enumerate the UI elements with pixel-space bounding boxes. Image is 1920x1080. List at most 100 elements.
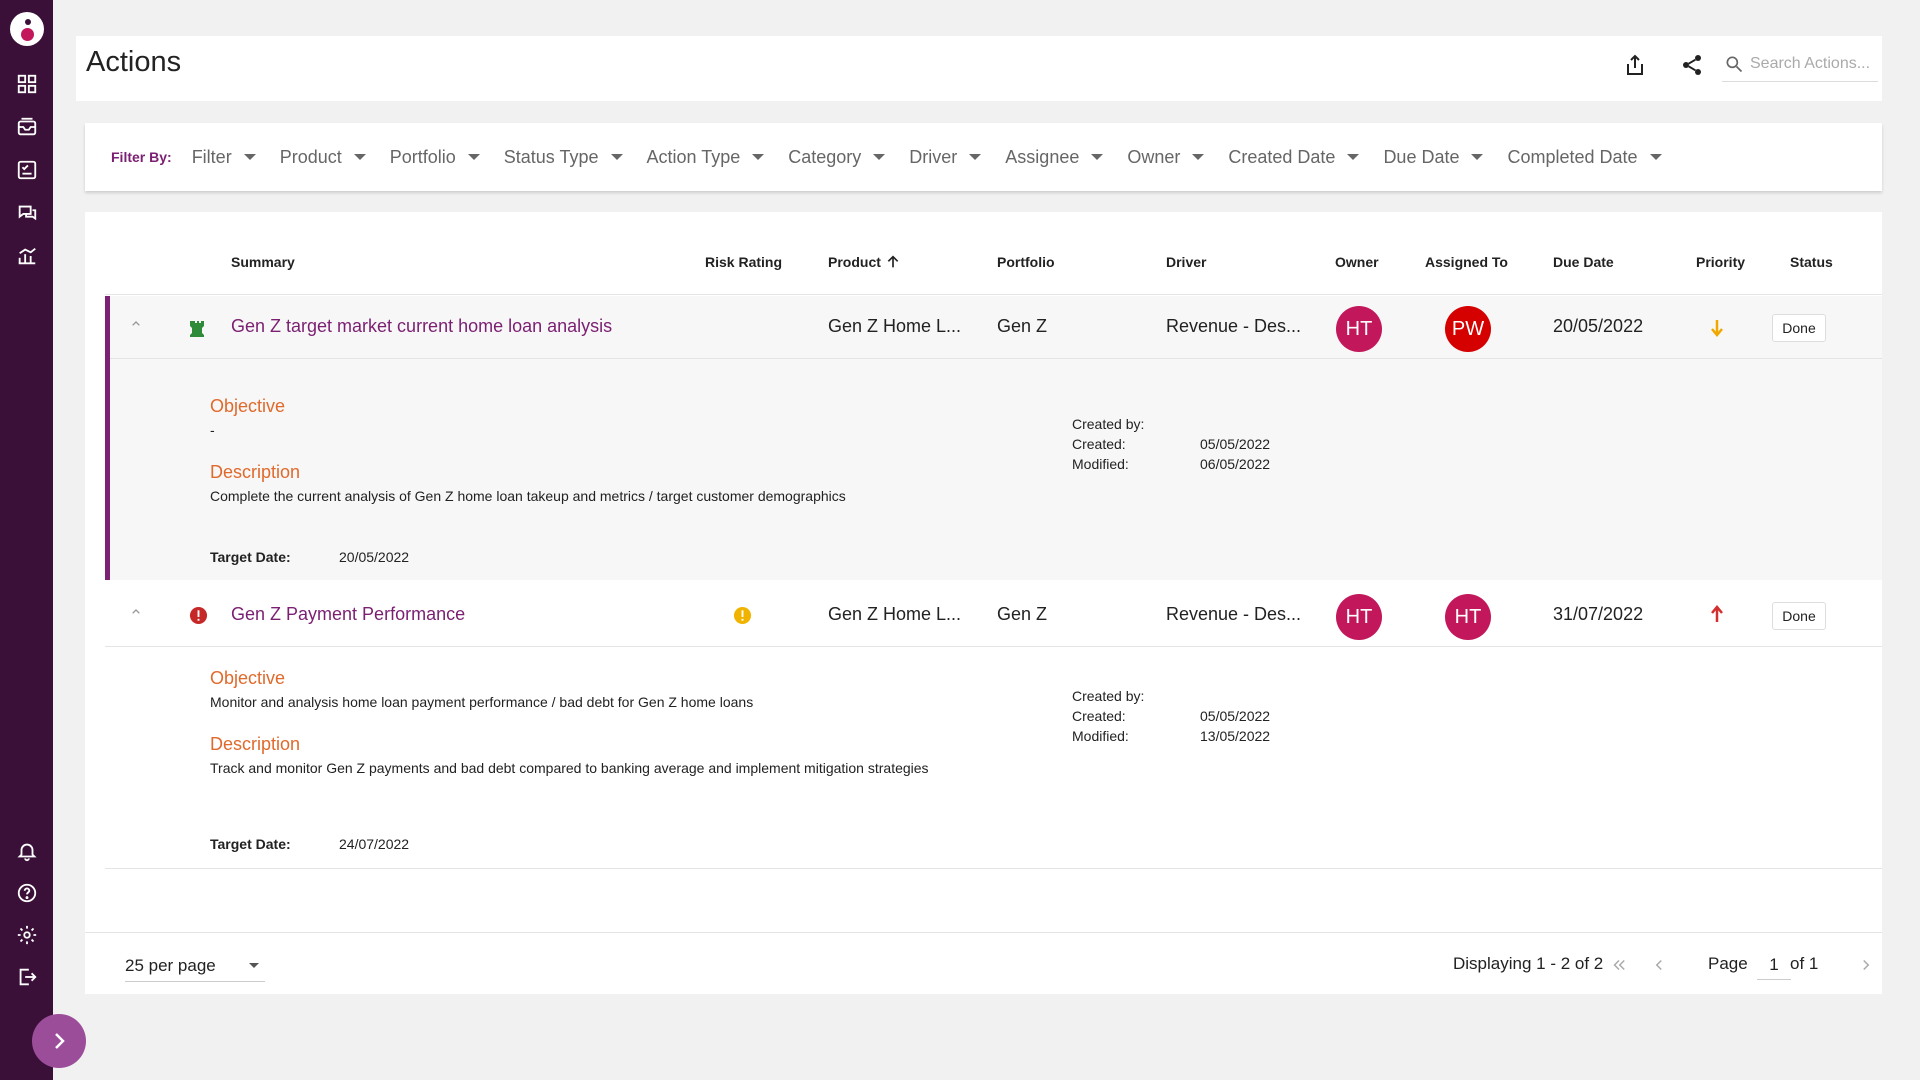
dashboard-icon[interactable] [14, 71, 40, 97]
app-logo[interactable] [10, 12, 44, 46]
filter-dropdown-label: Assignee [1005, 146, 1080, 167]
column-header-driver[interactable]: Driver [1166, 254, 1206, 270]
chevron-up-icon[interactable] [128, 604, 144, 620]
priority-low-arrow-icon [1711, 320, 1723, 337]
caret-down-icon [873, 154, 886, 160]
filter-dropdown[interactable]: Due Date [1383, 147, 1484, 168]
actions-table-card: Summary Risk Rating Product Portfolio Dr… [85, 212, 1882, 994]
previous-page-button[interactable] [1648, 954, 1670, 976]
target-date-label: Target Date: [210, 836, 291, 852]
caret-down-icon [243, 154, 256, 160]
portfolio-cell: Gen Z [997, 316, 1048, 336]
filter-dropdown-label: Action Type [646, 146, 741, 167]
column-header-due-date[interactable]: Due Date [1553, 254, 1614, 270]
filter-dropdown[interactable]: Assignee [1005, 146, 1104, 168]
settings-icon[interactable] [14, 922, 40, 948]
filter-dropdown[interactable]: Product [280, 147, 366, 168]
filter-dropdown[interactable]: Status Type [504, 147, 623, 168]
filter-label: Filter By: [111, 149, 172, 165]
filter-dropdown[interactable]: Driver [909, 147, 982, 168]
status-label: Done [1782, 320, 1816, 336]
per-page-value: 25 per page [125, 955, 216, 975]
logo-dot [25, 19, 31, 25]
caret-down-icon [467, 154, 480, 160]
nav-rail [0, 0, 53, 1080]
expand-nav-button[interactable] [32, 1014, 86, 1068]
first-page-button[interactable] [1608, 954, 1630, 976]
column-header-summary[interactable]: Summary [231, 254, 295, 270]
help-icon[interactable] [14, 880, 40, 906]
modified-value: 13/05/2022 [1200, 728, 1271, 744]
caret-down-icon [1091, 154, 1104, 160]
caret-down-icon [1471, 154, 1484, 160]
product-cell: Gen Z Home L... [828, 316, 962, 336]
table-row: Gen Z target market current home loan an… [105, 296, 1882, 580]
filter-dropdown-label: Created Date [1228, 146, 1336, 167]
status-button[interactable]: Done [1772, 602, 1826, 630]
logout-icon[interactable] [14, 964, 40, 990]
column-header-label: Owner [1335, 254, 1379, 270]
export-icon[interactable] [1620, 50, 1650, 80]
page-number-input[interactable] [1757, 950, 1791, 980]
table-row-header[interactable]: Gen Z target market current home loan an… [110, 296, 1882, 358]
divider [110, 358, 1882, 359]
chevron-right-icon [55, 1033, 65, 1049]
caret-down-icon [1649, 154, 1662, 160]
caret-down-icon [249, 963, 259, 968]
priority-high-arrow-icon [1711, 605, 1723, 622]
avatar-initials: PW [1451, 317, 1485, 340]
inbox-icon[interactable] [14, 114, 40, 140]
task-icon[interactable] [14, 157, 40, 183]
status-button[interactable]: Done [1772, 314, 1826, 342]
column-header-assigned-to[interactable]: Assigned To [1425, 254, 1508, 270]
next-page-button[interactable] [1855, 954, 1877, 976]
filter-dropdown[interactable]: Portfolio [390, 147, 480, 168]
modified-label: Modified: [1072, 728, 1129, 744]
search-box[interactable] [1722, 46, 1878, 82]
filter-dropdown-label: Product [279, 146, 342, 167]
summary-link[interactable]: Gen Z target market current home loan an… [231, 316, 612, 337]
column-header-risk-rating[interactable]: Risk Rating [705, 254, 782, 270]
description-text: Track and monitor Gen Z payments and bad… [210, 760, 929, 776]
chat-icon[interactable] [14, 200, 40, 226]
filter-dropdown[interactable]: Created Date [1228, 146, 1360, 168]
filter-bar: Filter By: Filter Product Portfolio Stat… [85, 123, 1882, 191]
assignee-avatar[interactable]: PW [1445, 306, 1491, 352]
filter-dropdown-label: Owner [1127, 146, 1181, 167]
summary-link[interactable]: Gen Z Payment Performance [231, 604, 465, 625]
objective-text: - [210, 422, 215, 438]
share-icon[interactable] [1677, 50, 1707, 80]
chevron-left-icon [1655, 959, 1662, 971]
filter-dropdown[interactable]: Filter [192, 147, 256, 168]
column-header-status[interactable]: Status [1790, 254, 1833, 270]
column-header-product[interactable]: Product [828, 254, 901, 270]
column-header-label: Product [828, 254, 881, 270]
caret-down-icon [969, 154, 982, 160]
filter-dropdown[interactable]: Owner [1127, 146, 1205, 168]
created-label: Created: [1072, 708, 1126, 724]
caret-down-icon [752, 154, 765, 160]
bell-icon[interactable] [14, 838, 40, 864]
error-icon [189, 606, 208, 625]
objective-heading: Objective [210, 396, 286, 416]
column-header-owner[interactable]: Owner [1335, 254, 1379, 270]
assignee-avatar[interactable]: HT [1445, 594, 1491, 640]
column-header-label: Due Date [1553, 254, 1614, 270]
table-row-header[interactable]: Gen Z Payment Performance Gen Z Home L..… [105, 584, 1882, 646]
product-cell: Gen Z Home L... [828, 604, 962, 624]
filter-dropdown[interactable]: Completed Date [1507, 146, 1662, 168]
column-header-portfolio[interactable]: Portfolio [997, 254, 1055, 270]
analytics-icon[interactable] [14, 243, 40, 269]
filter-dropdown-label: Completed Date [1507, 146, 1638, 167]
filter-dropdown[interactable]: Category [788, 147, 886, 168]
owner-avatar[interactable]: HT [1336, 306, 1382, 352]
per-page-select[interactable]: 25 per page [125, 950, 265, 982]
chevron-up-icon[interactable] [128, 316, 144, 332]
owner-avatar[interactable]: HT [1336, 594, 1382, 640]
search-input[interactable] [1750, 54, 1878, 73]
portfolio-cell: Gen Z [997, 604, 1048, 624]
divider [105, 294, 1882, 295]
filter-dropdown[interactable]: Action Type [647, 147, 765, 168]
column-header-priority[interactable]: Priority [1696, 254, 1745, 270]
page-label: Page [1708, 954, 1748, 973]
